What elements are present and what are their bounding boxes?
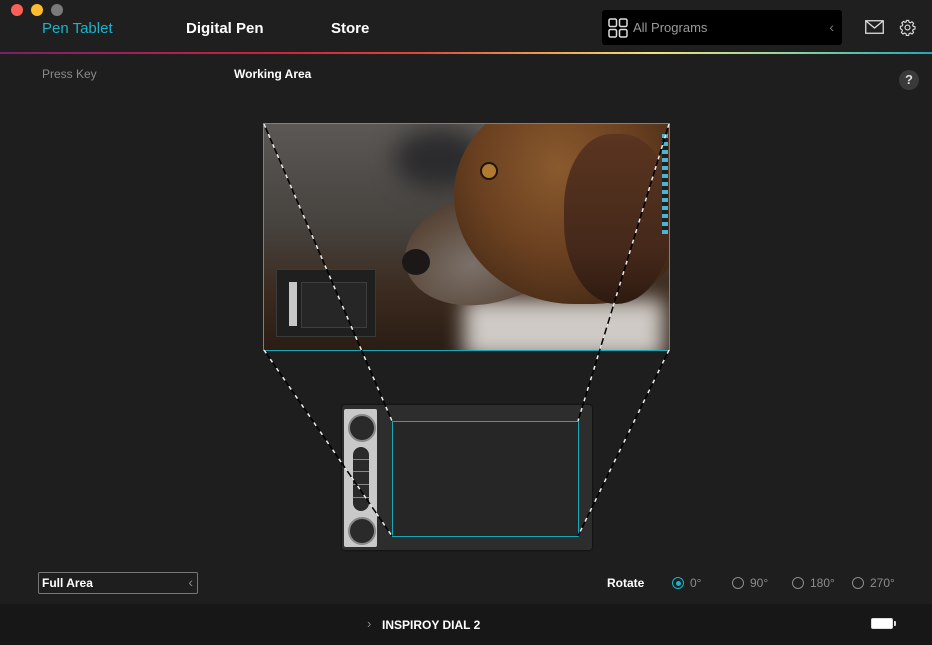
wallpaper-blur: [464, 299, 664, 350]
rotate-option-label: 90°: [750, 576, 769, 590]
mail-icon[interactable]: [865, 20, 884, 34]
help-button[interactable]: ?: [899, 70, 919, 90]
zoom-window-button[interactable]: [51, 4, 63, 16]
gear-icon[interactable]: [899, 19, 916, 36]
chevron-left-icon: ‹: [188, 574, 193, 590]
dock-strip: [662, 134, 668, 234]
key-separator: [353, 484, 369, 485]
battery-icon: [871, 618, 896, 629]
key-separator: [353, 497, 369, 498]
chevron-right-icon[interactable]: ›: [367, 616, 371, 631]
program-selector-label: All Programs: [633, 20, 708, 35]
monitor-preview: [263, 123, 670, 351]
mini-app-window-preview: [276, 269, 376, 337]
mapping-mode-value: Full Area: [42, 576, 93, 590]
header-divider: [0, 52, 932, 54]
subtab-press-key[interactable]: Press Key: [42, 67, 97, 81]
rotate-label: Rotate: [607, 576, 645, 590]
minimize-window-button[interactable]: [31, 4, 43, 16]
rotate-option-label: 180°: [810, 576, 835, 590]
wallpaper-dog-eye: [482, 164, 496, 178]
key-separator: [353, 471, 369, 472]
wallpaper-dog-nose: [402, 249, 430, 275]
close-window-button[interactable]: [11, 4, 23, 16]
mini-working-area: [301, 282, 367, 328]
subtab-working-area[interactable]: Working Area: [234, 67, 311, 81]
rotate-option-label: 0°: [690, 576, 702, 590]
radio-selected-icon: [672, 577, 684, 589]
tab-digital-pen[interactable]: Digital Pen: [186, 20, 264, 37]
chevron-left-icon: ‹: [829, 19, 834, 35]
tablet-active-area[interactable]: [392, 421, 579, 537]
dial-icon: [348, 414, 376, 442]
radio-icon: [852, 577, 864, 589]
mapping-mode-select[interactable]: Full Area ‹: [38, 572, 198, 594]
title-bar: Pen Tablet Digital Pen Store All Program…: [0, 0, 932, 52]
dial-icon: [348, 517, 376, 545]
tablet-key-panel: [344, 409, 377, 547]
radio-icon: [792, 577, 804, 589]
program-selector[interactable]: All Programs ‹: [602, 10, 842, 45]
key-separator: [353, 459, 369, 460]
tab-pen-tablet[interactable]: Pen Tablet: [42, 20, 113, 37]
device-footer: › INSPIROY DIAL 2: [0, 604, 932, 645]
mini-key-panel: [289, 282, 297, 326]
tablet-preview: [342, 405, 592, 550]
wallpaper-dog-ear: [564, 134, 669, 304]
grid-icon: [608, 18, 628, 38]
rotate-option-label: 270°: [870, 576, 895, 590]
radio-icon: [732, 577, 744, 589]
tab-store[interactable]: Store: [331, 20, 369, 37]
express-keys: [353, 447, 369, 511]
device-name[interactable]: INSPIROY DIAL 2: [382, 618, 480, 632]
